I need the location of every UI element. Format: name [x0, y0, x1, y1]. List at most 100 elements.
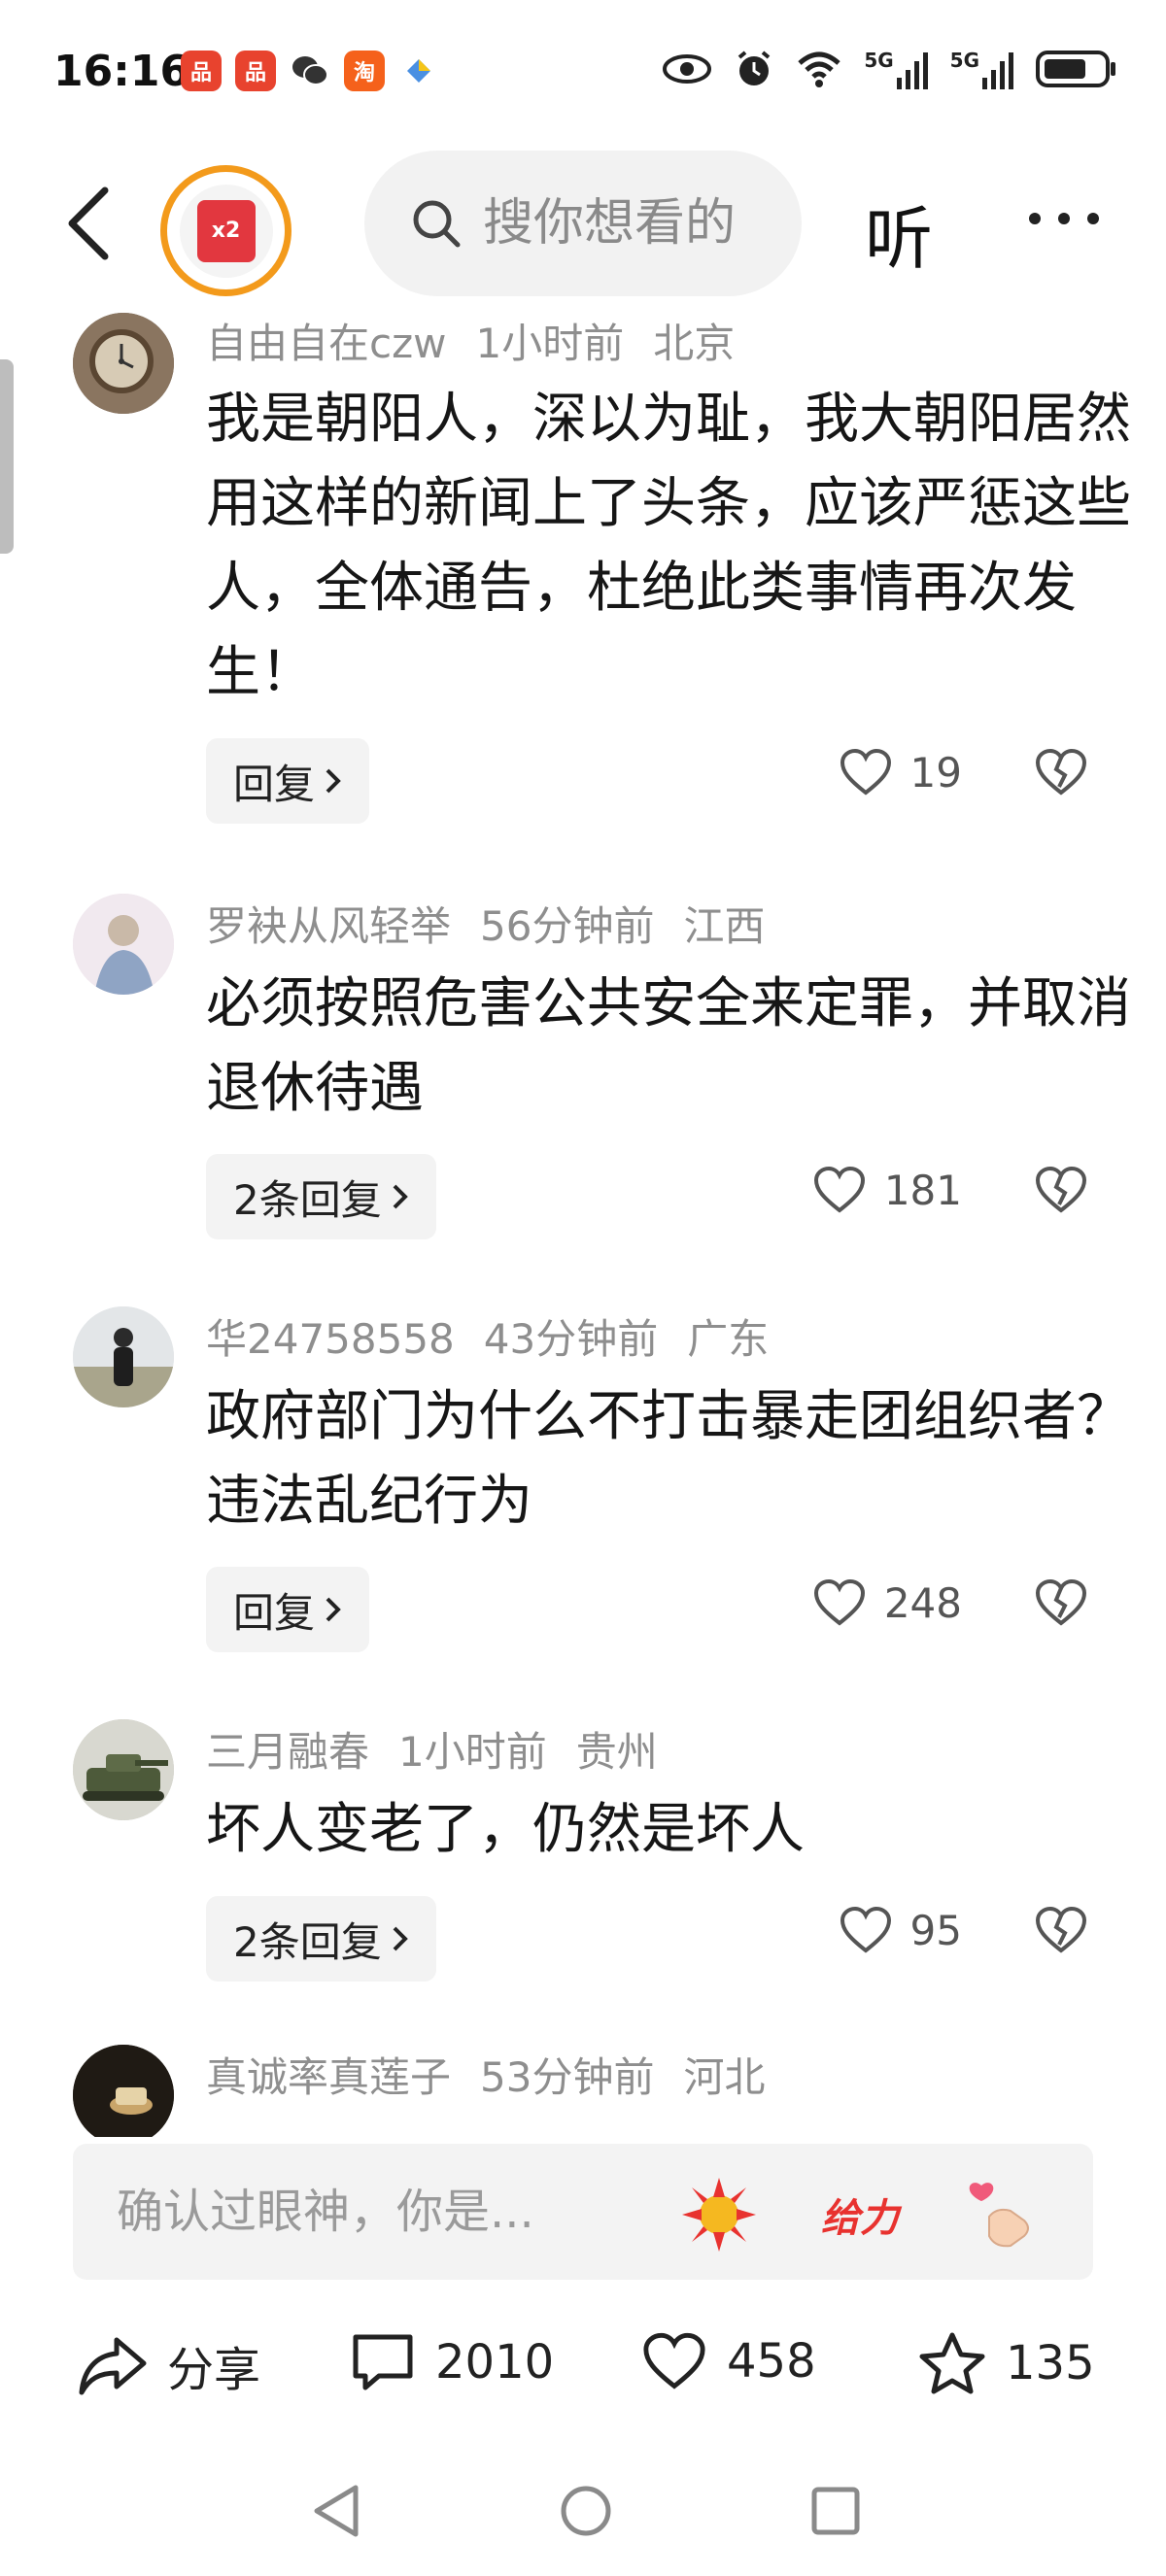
share-label: 分享 [167, 2343, 261, 2397]
comment-location: 广东 [687, 1315, 770, 1363]
dislike-button[interactable] [1034, 1906, 1088, 1958]
comment-list: 自由自在czw 1小时前 北京 我是朝阳人，深以为耻，我大朝阳居然用这样的新闻上了头… [0, 291, 1166, 2137]
comment-count: 2010 [435, 2335, 555, 2390]
share-icon [79, 2337, 147, 2395]
comment-meta: 三月融春 1小时前 贵州 [206, 1719, 687, 1779]
more-icon [1029, 213, 1099, 224]
comment-username[interactable]: 三月融春 [206, 1728, 369, 1776]
like-button[interactable]: 248 [812, 1578, 962, 1627]
status-icons: 5G 5G [662, 49, 1117, 89]
user-avatar[interactable] [73, 2045, 174, 2137]
pinduoduo-icon: 品 [181, 51, 222, 91]
comment-username[interactable]: 自由自在czw [206, 320, 447, 367]
system-recents-button[interactable] [808, 2482, 863, 2544]
battery-icon [1036, 51, 1115, 87]
broken-heart-icon [1035, 1166, 1087, 1213]
comment-location: 北京 [653, 320, 736, 367]
heart-icon [813, 1166, 865, 1213]
taobao-icon: 淘 [344, 51, 385, 91]
broken-heart-icon [1035, 1906, 1087, 1953]
reply-button[interactable]: 回复 [206, 1567, 370, 1652]
app-icon [398, 51, 439, 91]
comment-location: 河北 [683, 2053, 766, 2101]
like-button[interactable]: 19 [839, 748, 962, 797]
red-packet-icon: x2 [196, 199, 256, 262]
comments-button[interactable]: 2010 [350, 2331, 554, 2393]
dislike-button[interactable] [1034, 1166, 1088, 1218]
geili-sticker-icon[interactable]: 给力 [816, 2171, 904, 2258]
reply-button[interactable]: 2条回复 [206, 1154, 436, 1239]
comment-time: 56分钟前 [480, 902, 655, 950]
dislike-button[interactable] [1034, 748, 1088, 800]
system-home-button[interactable] [559, 2482, 613, 2544]
search-icon [413, 200, 461, 248]
heart-icon [813, 1578, 865, 1626]
reply-label: 回复 [233, 1588, 316, 1637]
listen-button[interactable]: 听 [865, 185, 933, 283]
status-bar: 16:16 品 品 淘 5G 5G [0, 0, 1166, 146]
bottom-action-bar: 分享 2010 458 135 [0, 2312, 1166, 2419]
back-button[interactable] [58, 185, 117, 262]
chevron-left-icon [68, 186, 109, 260]
favorite-count: 135 [1006, 2336, 1095, 2390]
favorite-button[interactable]: 135 [918, 2331, 1095, 2395]
chevron-right-icon [393, 1926, 408, 1951]
wifi-icon [798, 51, 840, 87]
signal-5g-icon-2: 5G [950, 49, 1014, 89]
comment-meta: 真诚率真莲子 53分钟前 河北 [206, 2045, 794, 2104]
dislike-button[interactable] [1034, 1578, 1088, 1631]
user-avatar[interactable] [73, 313, 174, 414]
share-button[interactable]: 分享 [78, 2331, 260, 2399]
comment-input-bar[interactable]: 给力 [73, 2144, 1093, 2280]
like-button[interactable]: 181 [812, 1166, 962, 1214]
comment-text: 我是朝阳人，深以为耻，我大朝阳居然用这样的新闻上了头条，应该严惩这些人，全体通告… [206, 388, 1131, 704]
user-avatar[interactable] [73, 1719, 174, 1820]
like-count: 19 [909, 748, 962, 797]
like-count: 181 [883, 1166, 962, 1214]
comment-time: 53分钟前 [480, 2053, 655, 2101]
user-avatar[interactable] [73, 1306, 174, 1407]
like-post-count: 458 [727, 2334, 816, 2389]
comment-meta: 自由自在czw 1小时前 北京 [206, 311, 764, 370]
broken-heart-icon [1035, 1578, 1087, 1626]
comment-meta: 华24758558 43分钟前 广东 [206, 1306, 798, 1366]
triangle-back-icon [314, 2485, 359, 2537]
signal-5g-icon: 5G [864, 49, 928, 89]
comment-username[interactable]: 真诚率真莲子 [206, 2053, 451, 2101]
like-button[interactable]: 95 [839, 1906, 962, 1954]
reply-button[interactable]: 回复 [206, 738, 370, 824]
comment-text: 政府部门为什么不打击暴走团组织者？违法乱纪行为 [206, 1385, 1131, 1533]
square-recents-icon [811, 2487, 860, 2535]
reply-label: 回复 [233, 760, 316, 808]
firecracker-sticker-icon[interactable] [675, 2171, 763, 2258]
star-icon [919, 2332, 985, 2394]
notification-app-icons: 品 品 淘 [181, 51, 439, 91]
reply-button[interactable]: 2条回复 [206, 1896, 436, 1982]
comment-meta: 罗袂从风轻举 56分钟前 江西 [206, 894, 794, 953]
like-post-button[interactable]: 458 [641, 2331, 816, 2391]
comment-input[interactable] [117, 2173, 622, 2251]
finger-heart-sticker-icon[interactable] [957, 2171, 1045, 2258]
reply-label: 2条回复 [233, 1917, 382, 1966]
wechat-icon [290, 51, 330, 91]
comment-username[interactable]: 华24758558 [206, 1315, 455, 1363]
system-back-button[interactable] [309, 2482, 363, 2544]
chevron-right-icon [326, 768, 341, 794]
chevron-right-icon [393, 1184, 408, 1209]
user-avatar[interactable] [73, 894, 174, 995]
comment-time: 1小时前 [475, 320, 625, 367]
heart-icon [643, 2332, 705, 2390]
reply-label: 2条回复 [233, 1175, 382, 1224]
status-time: 16:16 [53, 47, 190, 96]
broken-heart-icon [1035, 748, 1087, 796]
search-input[interactable] [483, 194, 794, 253]
comment-username[interactable]: 罗袂从风轻举 [206, 902, 451, 950]
search-bar[interactable] [364, 151, 802, 296]
top-nav-bar: x2 听 [0, 146, 1166, 296]
alarm-icon [738, 51, 771, 85]
red-packet-badge[interactable]: x2 [160, 165, 292, 296]
comment-icon [353, 2334, 413, 2390]
circle-home-icon [561, 2486, 611, 2536]
more-options-button[interactable] [1025, 204, 1103, 233]
like-count: 248 [883, 1578, 962, 1627]
